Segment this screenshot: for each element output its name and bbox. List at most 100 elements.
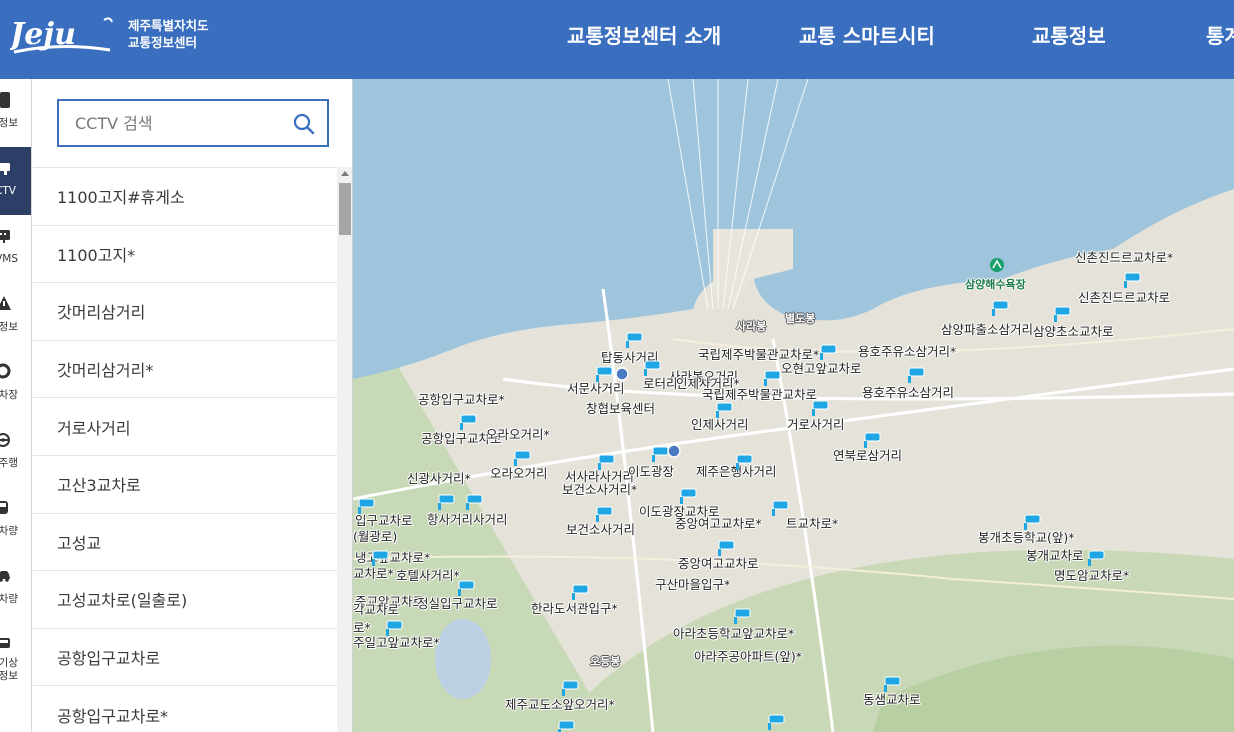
- cctv-map-label[interactable]: 트교차로*: [786, 517, 838, 531]
- cctv-map-label[interactable]: 정실입구교차로: [417, 597, 498, 611]
- cctv-camera-icon[interactable]: [595, 505, 617, 523]
- nav-smart-city[interactable]: 교통 스마트시티: [799, 20, 935, 49]
- cctv-map-label[interactable]: 보건소사거리*: [562, 483, 637, 497]
- cctv-map-label[interactable]: 국립제주박물관교차로: [702, 388, 817, 402]
- cctv-map-label[interactable]: 용호주유소삼거리: [862, 386, 954, 400]
- cctv-camera-icon[interactable]: [597, 453, 619, 471]
- cctv-camera-icon[interactable]: [459, 413, 481, 431]
- cctv-camera-icon[interactable]: [679, 487, 701, 505]
- cctv-list-item[interactable]: 갓머리삼거리*: [33, 341, 337, 399]
- rail-item-traffic-info[interactable]: 정보: [0, 79, 31, 147]
- cctv-map-label[interactable]: 구산마을입구*: [655, 578, 730, 592]
- cctv-camera-icon[interactable]: [767, 713, 789, 731]
- cctv-map-label[interactable]: 이도광장: [628, 465, 674, 479]
- cctv-map-label[interactable]: 로터리: [643, 377, 678, 391]
- cctv-map-label[interactable]: 공항입구교차로*: [418, 393, 505, 407]
- cctv-camera-icon[interactable]: [625, 331, 647, 349]
- rail-item-vehicle[interactable]: 차량: [0, 487, 31, 555]
- beach-marker-icon[interactable]: [989, 257, 1005, 273]
- cctv-camera-icon[interactable]: [1123, 271, 1145, 289]
- poi-marker-icon[interactable]: [667, 444, 681, 458]
- cctv-map-label[interactable]: 오라오거리*: [486, 428, 550, 442]
- cctv-map-label[interactable]: 중앙여고교차로*: [675, 517, 762, 531]
- rail-item-weather[interactable]: 기상 정보: [0, 623, 31, 703]
- cctv-camera-icon[interactable]: [557, 719, 579, 732]
- cctv-camera-icon[interactable]: [907, 366, 929, 384]
- cctv-map-label[interactable]: 봉개교차로: [1026, 549, 1084, 563]
- cctv-list-item[interactable]: 거로사거리: [33, 398, 337, 456]
- cctv-list-item[interactable]: 고성교: [33, 514, 337, 572]
- cctv-list-item[interactable]: 1100고지#휴게소: [33, 168, 337, 226]
- cctv-map-label[interactable]: 아라주공아파트(앞)*: [694, 650, 802, 664]
- cctv-camera-icon[interactable]: [643, 359, 665, 377]
- cctv-camera-icon[interactable]: [1053, 305, 1075, 323]
- rail-item-incident[interactable]: 돌발정보: [0, 283, 31, 351]
- cctv-search-input[interactable]: [75, 111, 275, 135]
- cctv-map-label[interactable]: 로*: [353, 621, 371, 635]
- nav-center-intro[interactable]: 교통정보센터 소개: [567, 20, 721, 49]
- cctv-map-label[interactable]: 연북로삼거리: [833, 449, 902, 463]
- cctv-list-item[interactable]: 갓머리삼거리: [33, 283, 337, 341]
- cctv-map-label[interactable]: 봉개초등학교(앞)*: [978, 531, 1075, 545]
- cctv-camera-icon[interactable]: [571, 583, 593, 601]
- cctv-list-item[interactable]: 고산3교차로: [33, 456, 337, 514]
- jeju-logo[interactable]: Jeju: [10, 12, 114, 58]
- cctv-camera-icon[interactable]: [371, 549, 393, 567]
- cctv-map-label[interactable]: (월광로): [353, 530, 397, 544]
- rail-item-bis-vehicle[interactable]: BIS차량: [0, 555, 31, 623]
- cctv-camera-icon[interactable]: [385, 619, 407, 637]
- nav-statistics[interactable]: 통계: [1206, 20, 1234, 49]
- search-icon[interactable]: [293, 113, 315, 135]
- cctv-list-item[interactable]: 고성교차로(일출로): [33, 571, 337, 629]
- cctv-map-label[interactable]: 제주교도소앞오거리*: [505, 698, 615, 712]
- rail-item-parking[interactable]: 주차장: [0, 351, 31, 419]
- cctv-list-scrollbar[interactable]: [337, 167, 352, 732]
- cctv-camera-icon[interactable]: [717, 539, 739, 557]
- cctv-map-label[interactable]: 주일고앞교차로*: [353, 636, 440, 650]
- scroll-thumb[interactable]: [339, 183, 351, 235]
- cctv-map-label[interactable]: 명도암교차로*: [1054, 569, 1129, 583]
- cctv-map-label[interactable]: 삼양초소교차로: [1033, 325, 1114, 339]
- poi-marker-icon[interactable]: [615, 367, 629, 381]
- cctv-map-label[interactable]: 입구교차로: [355, 514, 413, 528]
- cctv-camera-icon[interactable]: [811, 399, 833, 417]
- cctv-camera-icon[interactable]: [1023, 513, 1045, 531]
- cctv-camera-icon[interactable]: [457, 579, 479, 597]
- cctv-camera-icon[interactable]: [715, 401, 737, 419]
- cctv-list-item[interactable]: 공항입구교차로*: [33, 686, 337, 732]
- cctv-map-label[interactable]: 아라초등학교앞교차로*: [673, 627, 794, 641]
- cctv-camera-icon[interactable]: [357, 497, 379, 515]
- cctv-camera-icon[interactable]: [595, 365, 617, 383]
- cctv-list-item[interactable]: 공항입구교차로: [33, 629, 337, 687]
- cctv-map-label[interactable]: 동샘교차로: [863, 693, 921, 707]
- cctv-map-label[interactable]: 호텔사거리*: [396, 569, 460, 583]
- cctv-map-label[interactable]: 신광사거리*: [407, 472, 471, 486]
- cctv-map-label[interactable]: 신촌진드르교차로: [1078, 291, 1170, 305]
- cctv-camera-icon[interactable]: [733, 607, 755, 625]
- cctv-map-label[interactable]: 국립제주박물관교차로*: [698, 348, 819, 362]
- cctv-map-label[interactable]: 한라도서관입구*: [531, 602, 618, 616]
- cctv-map-label[interactable]: 보건소사거리: [566, 523, 635, 537]
- nav-traffic-info[interactable]: 교통정보: [1032, 20, 1106, 49]
- cctv-map-label[interactable]: 서문사거리: [567, 382, 625, 396]
- cctv-map-label[interactable]: 항사거리사거리: [427, 513, 508, 527]
- cctv-map-label[interactable]: 삼양파출소삼거리: [941, 323, 1033, 337]
- cctv-map-label[interactable]: 인제사거리: [691, 418, 749, 432]
- cctv-map-label[interactable]: 오라오거리: [490, 467, 548, 481]
- rail-item-cctv[interactable]: CCTV: [0, 147, 31, 215]
- cctv-camera-icon[interactable]: [991, 299, 1013, 317]
- map-view[interactable]: 사라봉 별도봉 삼양해수욕장 오등봉 신촌진드르교차로* 신촌진드르교차로 삼양…: [353, 79, 1234, 732]
- cctv-camera-icon[interactable]: [819, 343, 841, 361]
- cctv-camera-icon[interactable]: [883, 675, 905, 693]
- cctv-map-label[interactable]: 신촌진드르교차로*: [1075, 251, 1173, 265]
- cctv-camera-icon[interactable]: [561, 679, 583, 697]
- rail-item-vms[interactable]: VMS: [0, 215, 31, 283]
- cctv-map-label[interactable]: 창협보육센터: [586, 402, 655, 416]
- cctv-map-label[interactable]: 용호주유소삼거리*: [858, 345, 956, 359]
- cctv-map-label[interactable]: 오현고앞교차로: [781, 362, 862, 376]
- cctv-camera-icon[interactable]: [465, 493, 487, 511]
- cctv-map-label[interactable]: 중앙여고교차로: [678, 557, 759, 571]
- scroll-up-arrow-icon[interactable]: [341, 171, 349, 176]
- cctv-camera-icon[interactable]: [437, 493, 459, 511]
- cctv-camera-icon[interactable]: [863, 431, 885, 449]
